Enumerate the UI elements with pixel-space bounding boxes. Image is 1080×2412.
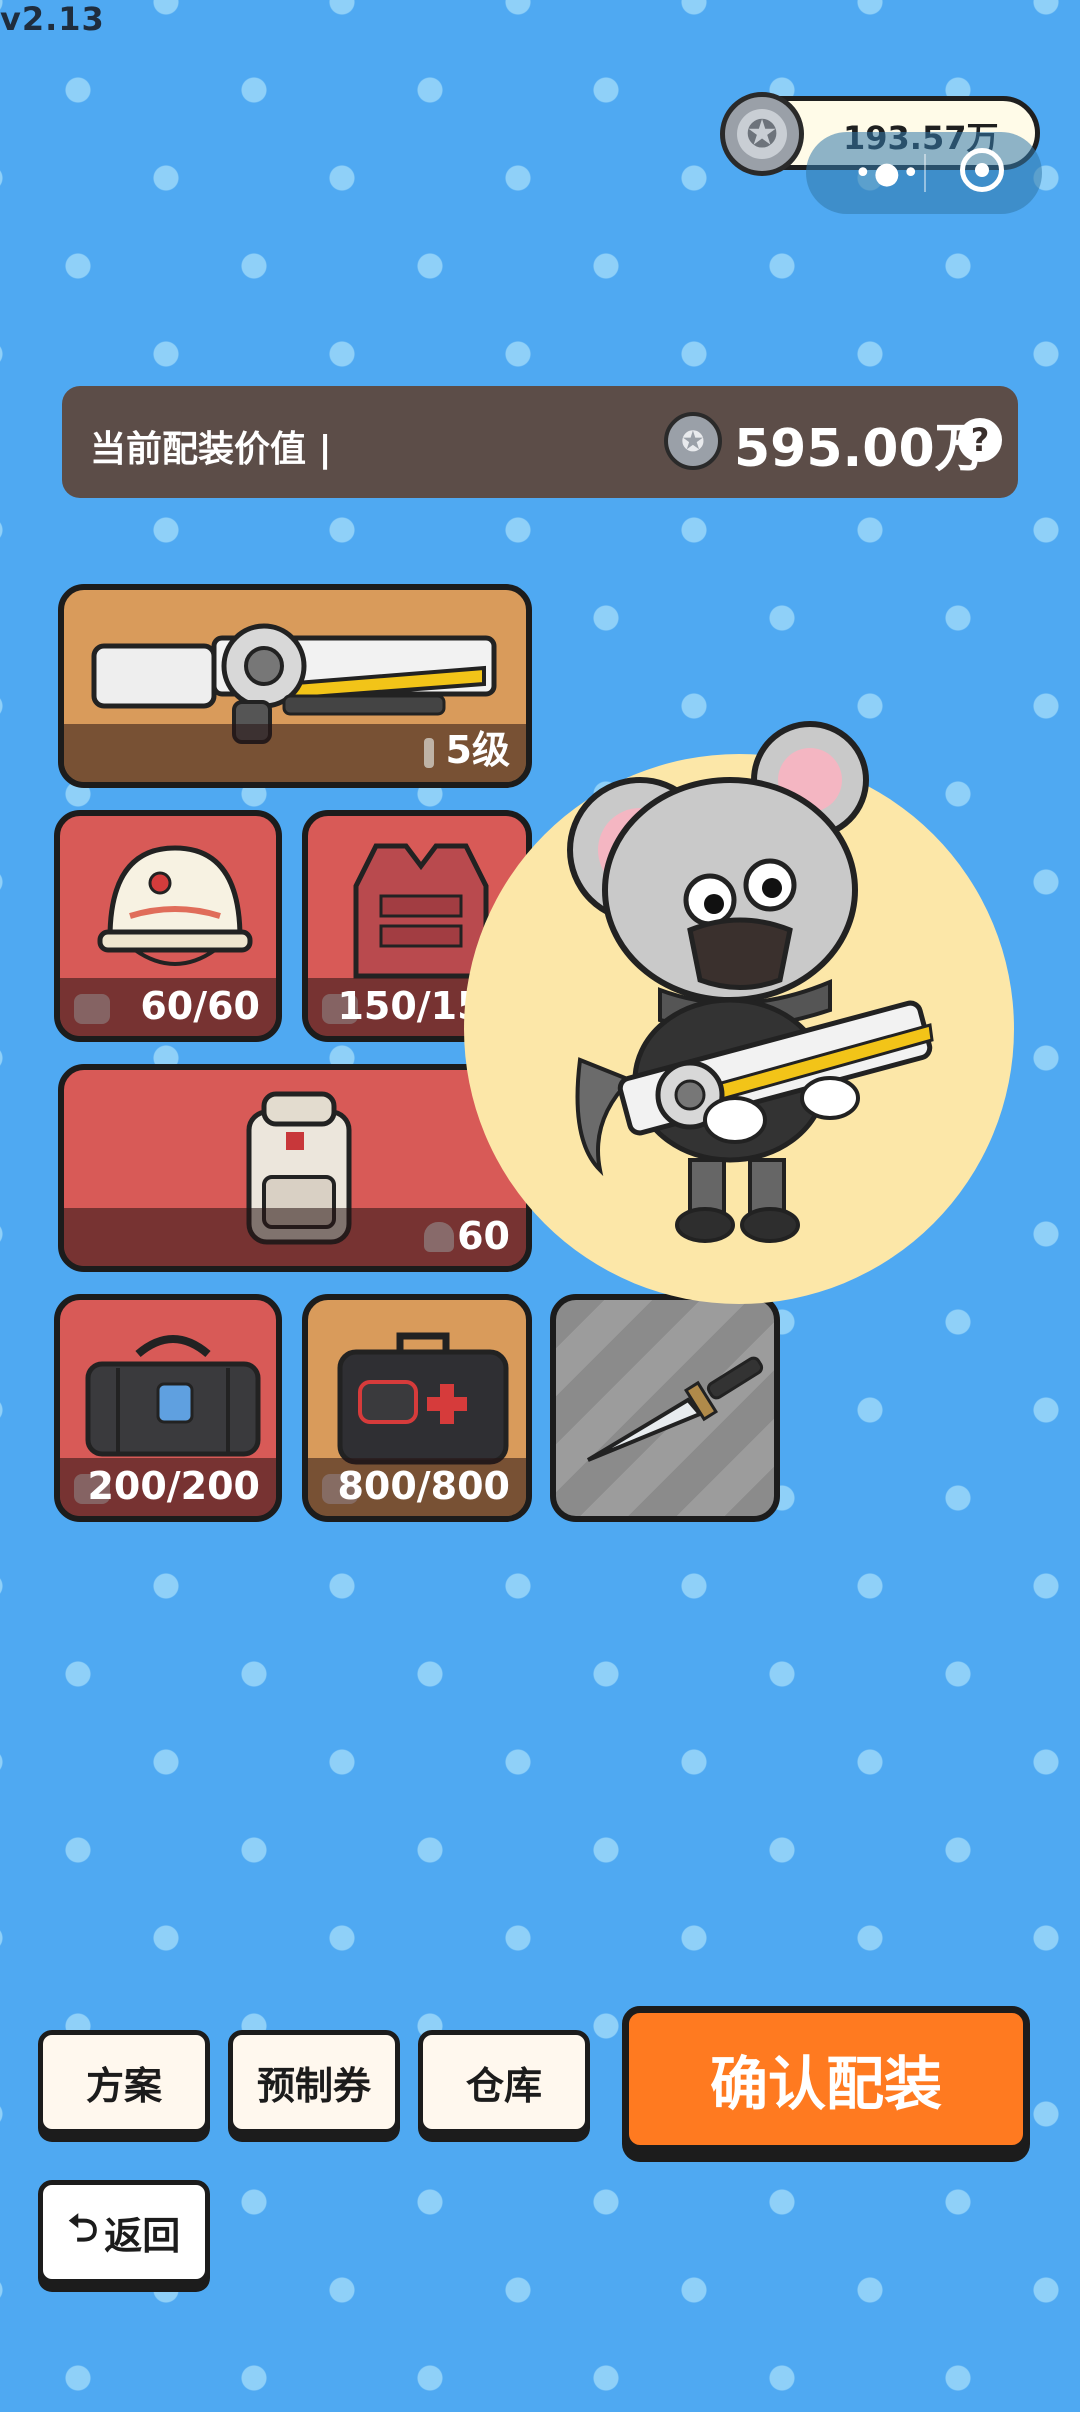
helmet-durability: 60/60 (140, 984, 260, 1028)
return-arrow-icon: ⮌ (67, 2205, 99, 2250)
back-label: 返回 (104, 2213, 181, 2258)
backpack-small-icon (424, 1222, 454, 1252)
loadout-value-bar: 当前配装价值 | ✪ 595.00万 ? (62, 386, 1018, 498)
medkit-slot[interactable]: 800/800 (302, 1294, 532, 1522)
weapon-level: 5级 (445, 728, 510, 772)
back-button[interactable]: ⮌ 返回 (38, 2180, 210, 2284)
knife-icon (586, 1356, 764, 1462)
version-label: v2.13 (0, 0, 105, 38)
warehouse-button[interactable]: 仓库 (418, 2030, 590, 2134)
coupon-button[interactable]: 预制券 (228, 2030, 400, 2134)
helmet-slot[interactable]: 60/60 (54, 810, 282, 1042)
bag-slot[interactable]: 200/200 (54, 1294, 282, 1522)
helmet-small-icon (74, 994, 110, 1024)
medkit-capacity: 800/800 (337, 1464, 510, 1508)
more-icon[interactable]: •●• (854, 156, 922, 191)
value-amount: 595.00万 (734, 419, 987, 479)
bullet-icon (424, 738, 434, 768)
coin-icon: ✪ (720, 92, 804, 176)
melee-slot[interactable] (550, 1294, 780, 1522)
help-icon[interactable]: ? (958, 418, 1002, 462)
mouse-character (567, 721, 934, 1243)
plan-button[interactable]: 方案 (38, 2030, 210, 2134)
helmet-icon (97, 845, 253, 966)
value-label: 当前配装价值 | (90, 429, 332, 470)
capsule-divider (924, 154, 926, 192)
coin-icon: ✪ (664, 412, 722, 470)
confirm-loadout-button[interactable]: 确认配装 (622, 2006, 1030, 2152)
duffel-bag-icon (85, 1335, 261, 1457)
backpack-slot[interactable]: 60 (58, 1064, 532, 1272)
weapon-slot[interactable]: 5级 (58, 584, 532, 788)
close-target-icon[interactable] (960, 148, 1004, 192)
menu-capsule[interactable]: •●• (806, 132, 1042, 214)
medkit-icon (337, 1332, 509, 1465)
bag-capacity: 200/200 (87, 1464, 260, 1508)
backpack-capacity: 60 (457, 1214, 510, 1258)
